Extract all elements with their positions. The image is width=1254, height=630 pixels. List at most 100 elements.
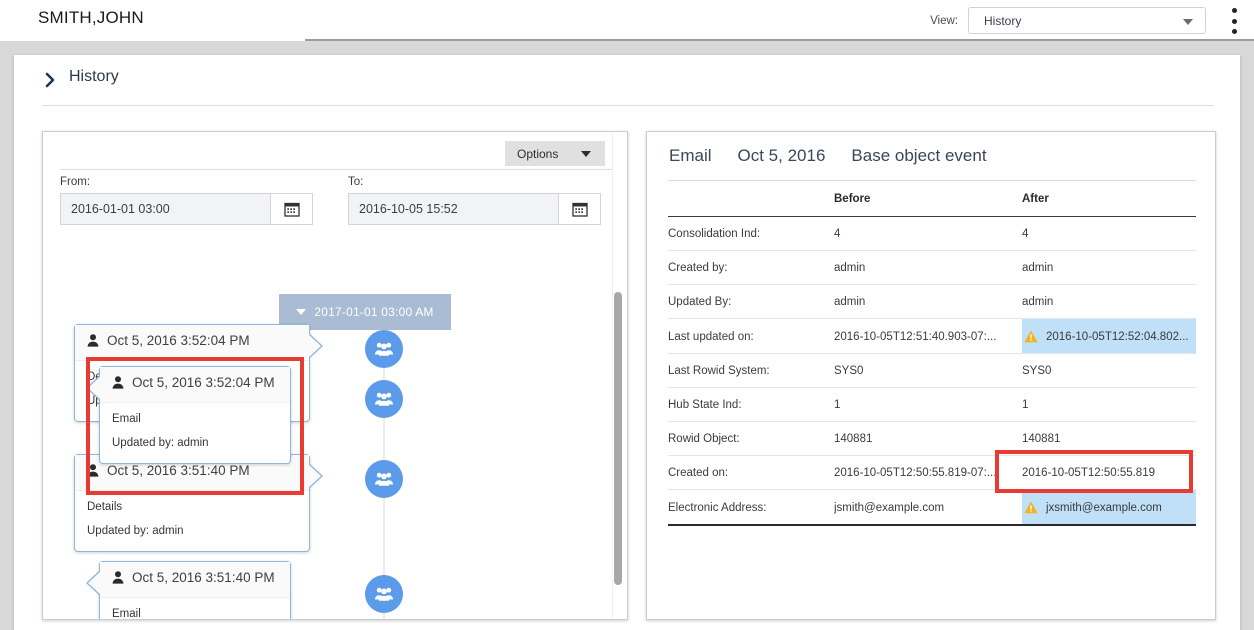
before-after-table: Before After Consolidation Ind: 4 4 Crea…	[668, 180, 1196, 526]
person-icon	[87, 464, 99, 481]
table-row: Consolidation Ind: 4 4	[668, 217, 1196, 251]
row-after-value-changed: jxsmith@example.com	[1022, 490, 1196, 526]
row-before-value: admin	[834, 285, 1022, 319]
timeline-card-header: Oct 5, 2016 3:52:04 PM	[75, 325, 309, 361]
row-label: Electronic Address:	[668, 490, 834, 526]
from-input[interactable]: 2016-01-01 03:00	[61, 194, 270, 224]
row-after-value: 1	[1022, 388, 1196, 422]
table-row: Updated By: admin admin	[668, 285, 1196, 319]
person-icon	[112, 376, 124, 393]
timeline-card-left-2[interactable]: Oct 5, 2016 3:51:40 PM Details Updated b…	[74, 454, 310, 552]
calendar-icon	[572, 201, 588, 217]
row-after-value: admin	[1022, 251, 1196, 285]
top-header-bar: SMITH,JOHN View: History	[0, 0, 1254, 40]
row-before-value: 4	[834, 217, 1022, 251]
warning-triangle-icon	[1024, 330, 1038, 343]
row-label: Created on:	[668, 456, 834, 490]
row-label: Rowid Object:	[668, 422, 834, 456]
row-before-value: 2016-10-05T12:51:40.903-07:...	[834, 319, 1022, 354]
from-label: From:	[60, 176, 313, 188]
page-header-divider	[42, 105, 1214, 106]
to-field-row: 2016-10-05 15:52	[348, 193, 601, 225]
table-row: Hub State Ind: 1 1	[668, 388, 1196, 422]
timeline: Oct 5, 2016 3:52:04 PM Details Updated b…	[43, 332, 628, 620]
timeline-card-right-2[interactable]: Oct 5, 2016 3:51:40 PM Email Updated by:…	[99, 561, 291, 620]
row-before-value: 140881	[834, 422, 1022, 456]
to-input[interactable]: 2016-10-05 15:52	[349, 194, 558, 224]
row-after-value: 140881	[1022, 422, 1196, 456]
history-page: History Options From: 2016-01-01 03:00	[14, 55, 1240, 630]
timeline-scrollbar-thumb[interactable]	[614, 292, 622, 585]
event-detail-title-kind: Base object event	[851, 146, 986, 166]
row-before-value: 2016-10-05T12:50:55.819-07:...	[834, 456, 1022, 490]
table-row: Created on: 2016-10-05T12:50:55.819-07:.…	[668, 456, 1196, 490]
people-group-icon[interactable]	[365, 330, 403, 368]
card-tail-inner	[88, 570, 102, 596]
from-field-group: From: 2016-01-01 03:00	[60, 176, 313, 225]
person-icon	[112, 571, 124, 588]
timeline-scrollbar[interactable]	[612, 132, 626, 619]
page-title: History	[69, 68, 119, 86]
options-button-label: Options	[517, 147, 558, 161]
table-row: Last Rowid System: SYS0 SYS0	[668, 354, 1196, 388]
to-field-group: To: 2016-10-05 15:52	[348, 176, 601, 225]
row-label: Consolidation Ind:	[668, 217, 834, 251]
row-label: Last updated on:	[668, 319, 834, 354]
timeline-card-timestamp: Oct 5, 2016 3:51:40 PM	[107, 463, 250, 479]
row-after-value: 2016-10-05T12:50:55.819	[1022, 456, 1196, 490]
view-dropdown[interactable]: History	[968, 7, 1206, 34]
timeline-card-right-1[interactable]: Oct 5, 2016 3:52:04 PM Email Updated by:…	[99, 366, 291, 464]
chevron-down-icon	[296, 309, 306, 315]
view-label: View:	[930, 15, 958, 27]
record-title: SMITH,JOHN	[38, 8, 144, 28]
page-header: History	[14, 55, 1240, 105]
warning-triangle-icon	[1024, 501, 1038, 514]
row-after-value: 4	[1022, 217, 1196, 251]
card-tail-inner	[307, 463, 321, 489]
people-group-icon[interactable]	[365, 575, 403, 613]
row-before-value: 1	[834, 388, 1022, 422]
row-before-value: admin	[834, 251, 1022, 285]
timeline-card-line1: Email	[112, 413, 278, 425]
timeline-card-line2: Updated by: admin	[112, 437, 278, 449]
table-row: Created by: admin admin	[668, 251, 1196, 285]
table-row: Last updated on: 2016-10-05T12:51:40.903…	[668, 319, 1196, 354]
from-calendar-button[interactable]	[270, 194, 312, 224]
timeline-card-line1: Email	[112, 608, 278, 620]
timeline-card-body: Email Updated by: admin	[100, 598, 290, 620]
event-detail-title-type: Email	[669, 146, 712, 166]
options-button[interactable]: Options	[505, 141, 605, 166]
event-detail-panel: Email Oct 5, 2016 Base object event Befo…	[646, 131, 1216, 620]
people-group-icon[interactable]	[365, 460, 403, 498]
chevron-down-icon	[581, 151, 591, 157]
timeline-card-header: Oct 5, 2016 3:52:04 PM	[100, 367, 290, 403]
timeline-card-timestamp: Oct 5, 2016 3:52:04 PM	[132, 375, 275, 391]
timeline-card-header: Oct 5, 2016 3:51:40 PM	[100, 562, 290, 598]
to-calendar-button[interactable]	[558, 194, 600, 224]
chevron-right-icon[interactable]	[42, 71, 60, 89]
row-after-value: admin	[1022, 285, 1196, 319]
from-field-row: 2016-01-01 03:00	[60, 193, 313, 225]
people-group-icon[interactable]	[365, 380, 403, 418]
table-row: Electronic Address: jsmith@example.com j…	[668, 490, 1196, 526]
calendar-icon	[284, 201, 300, 217]
event-detail-title: Email Oct 5, 2016 Base object event	[669, 146, 987, 166]
to-label: To:	[348, 176, 601, 188]
kebab-menu-icon[interactable]	[1231, 8, 1237, 34]
timeline-card-body: Details Updated by: admin	[75, 491, 309, 551]
card-tail-inner	[307, 333, 321, 359]
timeline-card-line2: Updated by: admin	[87, 525, 297, 537]
view-selector-group: View: History	[930, 7, 1206, 34]
timeline-card-timestamp: Oct 5, 2016 3:52:04 PM	[107, 333, 250, 349]
row-before-value: SYS0	[834, 354, 1022, 388]
table-row: Rowid Object: 140881 140881	[668, 422, 1196, 456]
row-after-value-text: jxsmith@example.com	[1046, 502, 1162, 514]
card-tail-inner	[88, 375, 102, 401]
row-after-value-changed: 2016-10-05T12:52:04.802...	[1022, 319, 1196, 354]
col-header-after: After	[1022, 180, 1196, 217]
date-group-chip-label: 2017-01-01 03:00 AM	[314, 305, 433, 319]
row-before-value: jsmith@example.com	[834, 490, 1022, 526]
timeline-card-timestamp: Oct 5, 2016 3:51:40 PM	[132, 570, 275, 586]
row-after-value: SYS0	[1022, 354, 1196, 388]
view-dropdown-value: History	[979, 14, 1021, 28]
